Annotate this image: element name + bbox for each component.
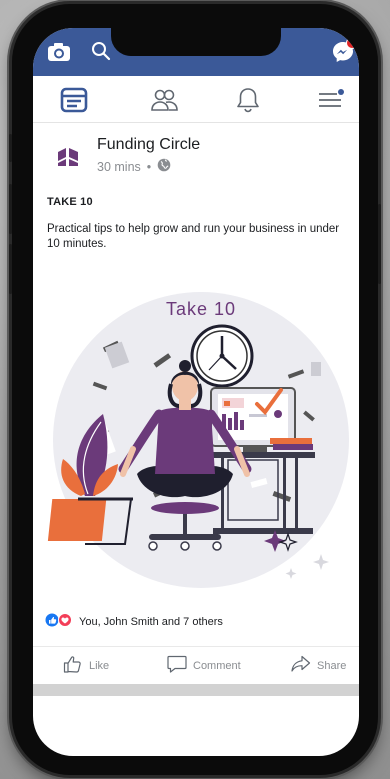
reaction-icons: [45, 613, 73, 630]
post-actions: Like Comment Share: [33, 646, 359, 687]
search-icon[interactable]: [91, 41, 111, 61]
notification-dot: [346, 37, 358, 49]
page-name[interactable]: Funding Circle: [97, 136, 200, 154]
post-image[interactable]: Take 10: [33, 264, 359, 616]
reactions-text: You, John Smith and 7 others: [79, 615, 223, 628]
post-text: Practical tips to help grow and run your…: [47, 223, 340, 250]
funding-circle-logo[interactable]: [57, 146, 79, 168]
post-header: Funding Circle 30 mins •: [33, 122, 359, 182]
phone-notch: [111, 28, 281, 56]
share-button[interactable]: Share: [291, 655, 346, 676]
globe-icon: [157, 158, 171, 175]
notifications-icon[interactable]: [234, 86, 262, 114]
comment-label: Comment: [193, 659, 241, 672]
like-label: Like: [89, 659, 110, 672]
friends-icon[interactable]: [150, 86, 178, 114]
menu-icon[interactable]: [317, 86, 345, 114]
volume-down-button: [9, 244, 12, 294]
comment-button[interactable]: Comment: [167, 655, 241, 676]
image-heading: Take 10: [166, 299, 236, 319]
comment-icon: [167, 655, 187, 676]
feed-icon[interactable]: [60, 86, 88, 114]
share-label: Share: [317, 659, 347, 672]
like-button[interactable]: Like: [63, 655, 109, 676]
mute-switch: [9, 134, 12, 162]
post-meta: 30 mins •: [97, 158, 171, 175]
reactions-summary[interactable]: You, John Smith and 7 others: [45, 613, 223, 630]
facebook-nav-bar: [33, 76, 359, 123]
post-time[interactable]: 30 mins: [97, 160, 141, 174]
feed-divider: [33, 684, 359, 696]
camera-icon[interactable]: [47, 42, 71, 62]
post-title: TAKE 10: [47, 196, 93, 208]
meta-separator: •: [146, 159, 152, 174]
volume-up-button: [9, 184, 12, 234]
power-button: [378, 204, 381, 284]
share-icon: [291, 655, 311, 676]
thumbs-up-icon: [63, 655, 83, 676]
phone-screen: Funding Circle 30 mins • TAKE 10 Practic…: [33, 28, 359, 756]
